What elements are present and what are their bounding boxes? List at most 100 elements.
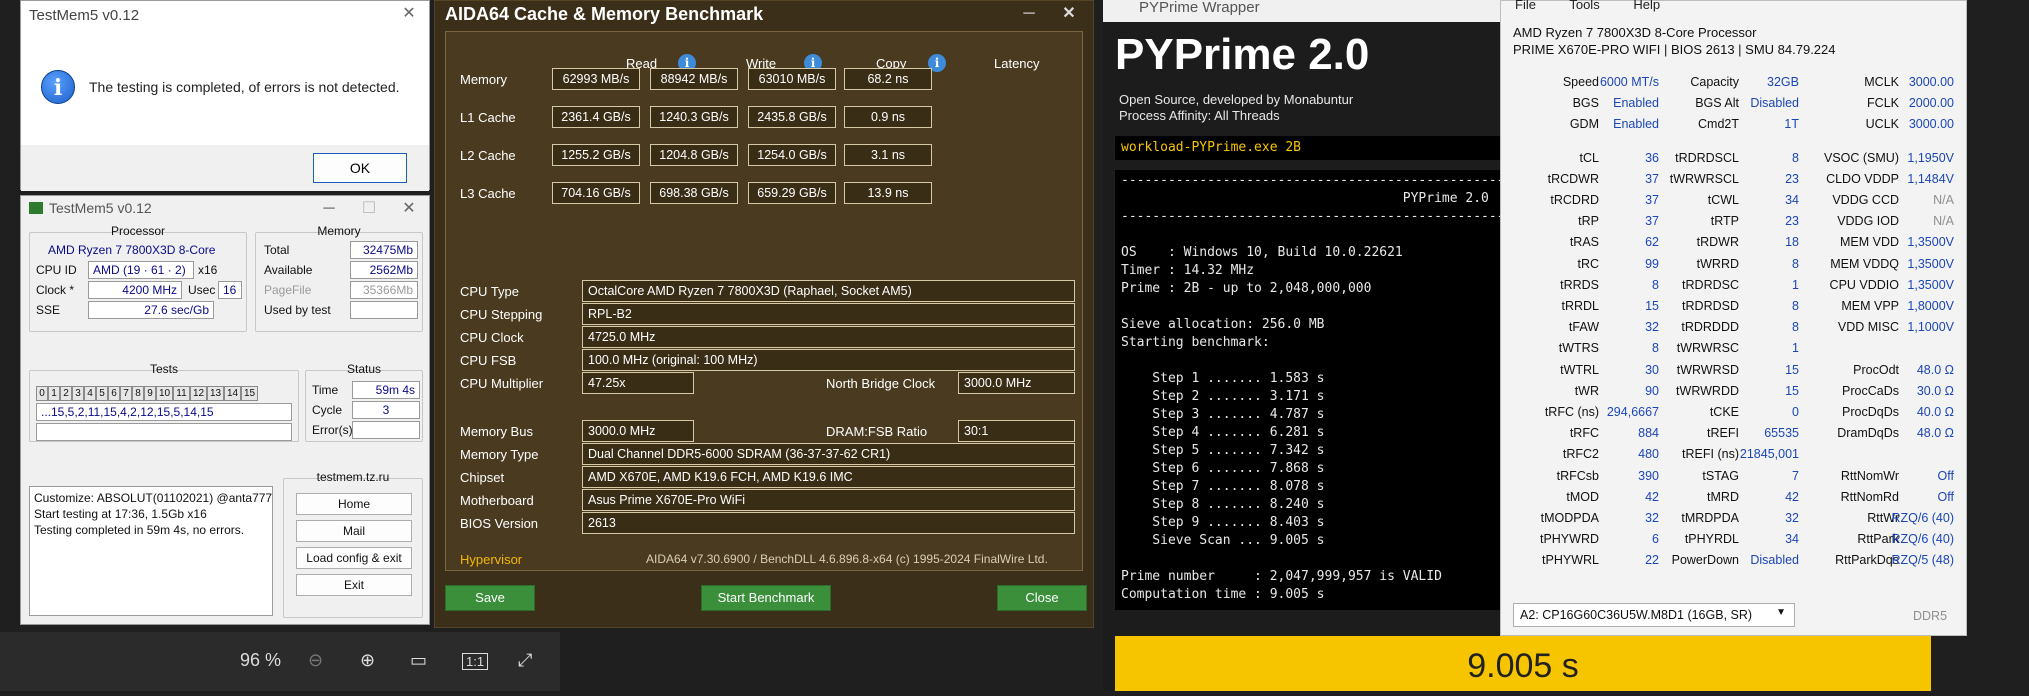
dimm-select[interactable]: A2: CP16G60C36U5W.M8D1 (16GB, SR) ▼ xyxy=(1513,603,1795,627)
timing-value: 37 xyxy=(1645,171,1659,186)
mail-button[interactable]: Mail xyxy=(296,520,412,542)
timing-label: MCLK xyxy=(1864,75,1899,89)
pyprime-window-title: PYPrime Wrapper xyxy=(1139,0,1260,16)
usec-value[interactable]: 16 xyxy=(218,281,242,299)
minimize-icon[interactable]: ─ xyxy=(309,196,349,224)
timing-value: 8 xyxy=(1792,150,1799,165)
timing-label: tCKE xyxy=(1709,405,1739,419)
timing-value: 36 xyxy=(1645,150,1659,165)
console-line: Step 6 ....... 7.868 s xyxy=(1121,461,1325,476)
log-panel[interactable]: Customize: ABSOLUT(01102021) @anta777 St… xyxy=(29,486,273,616)
timing-value: 1,3500V xyxy=(1907,277,1954,292)
menu-tools[interactable]: Tools xyxy=(1569,0,1599,12)
actual-size-icon[interactable]: 1:1 xyxy=(462,653,489,670)
zoom-in-icon[interactable]: ⊕ xyxy=(360,650,375,671)
home-button[interactable]: Home xyxy=(296,493,412,515)
close-icon[interactable]: ✕ xyxy=(389,196,429,224)
timing-value: 2000.00 xyxy=(1908,96,1954,111)
timing-label: BGS Alt xyxy=(1695,96,1739,111)
timing-label: tMOD xyxy=(1566,489,1599,504)
exit-button[interactable]: Exit xyxy=(296,574,412,596)
menu-help[interactable]: Help xyxy=(1633,0,1660,12)
close-icon[interactable]: ✕ xyxy=(1049,1,1089,29)
timing-label: tRDRDSD xyxy=(1682,299,1739,313)
timing-label: RttNomRd xyxy=(1840,489,1899,504)
cpu-id-value: AMD (19 · 61 · 2) xyxy=(88,261,194,279)
bench-read-value: 62993 MB/s xyxy=(552,68,640,90)
sse-label: SSE xyxy=(36,303,61,317)
timing-value: 0 xyxy=(1792,405,1799,419)
timing-label: tWRWRSC xyxy=(1676,341,1739,356)
errors-label: Error(s) xyxy=(312,423,353,437)
timing-value: 34 xyxy=(1785,532,1799,547)
console-line: Step 2 ....... 3.171 s xyxy=(1121,389,1325,404)
memory-bus-label: Memory Bus xyxy=(460,424,533,439)
dimm-select-value: A2: CP16G60C36U5W.M8D1 (16GB, SR) xyxy=(1520,608,1753,622)
close-button[interactable]: Close xyxy=(997,585,1087,611)
timing-value: 8 xyxy=(1652,277,1659,292)
pagefile-label: PageFile xyxy=(264,283,312,297)
minimize-icon[interactable]: ─ xyxy=(1009,1,1049,29)
aida64-window: AIDA64 Cache & Memory Benchmark ─ ✕ Read… xyxy=(434,0,1094,628)
timing-label: FCLK xyxy=(1867,96,1899,111)
timing-value: Disabled xyxy=(1750,96,1799,111)
console-line: PYPrime 2.0 xyxy=(1121,191,1489,206)
timing-label: tRRDS xyxy=(1560,277,1599,292)
memory-group: Memory Total 32475Mb Available 2562Mb Pa… xyxy=(255,224,423,332)
timing-label: tRDRDSC xyxy=(1682,277,1739,292)
timing-value: 1,1950V xyxy=(1907,150,1954,165)
chipset-value: AMD X670E, AMD K19.6 FCH, AMD K19.6 IMC xyxy=(582,466,1075,488)
pagefile-value: 35366Mb xyxy=(350,281,418,299)
bench-write-value: 1240.3 GB/s xyxy=(650,106,738,128)
dialog-title: TestMem5 v0.12 xyxy=(29,6,140,24)
zoom-out-icon[interactable]: ⊖ xyxy=(308,650,323,671)
console-line: ----------------------------------------… xyxy=(1121,209,1505,224)
bench-read-value: 704.16 GB/s xyxy=(552,182,640,204)
used-by-test-label: Used by test xyxy=(264,303,331,317)
timing-label: tRC xyxy=(1577,256,1599,271)
cpu-stepping-label: CPU Stepping xyxy=(460,307,543,322)
bench-copy-value: 1254.0 GB/s xyxy=(748,144,836,166)
aida-panel: Read i Write i Copy i Latency Memory 6299… xyxy=(445,31,1083,571)
processor-group-title: Processor xyxy=(110,224,166,238)
start-benchmark-button[interactable]: Start Benchmark xyxy=(701,585,831,611)
timing-value: 30.0 Ω xyxy=(1916,383,1954,398)
timing-label: tWRWRDD xyxy=(1676,383,1739,398)
bench-read-value: 2361.4 GB/s xyxy=(552,106,640,128)
save-button[interactable]: Save xyxy=(445,585,535,611)
time-value: 59m 4s xyxy=(352,381,420,399)
timing-label: tREFI xyxy=(1707,426,1739,441)
fit-window-icon[interactable]: ▭ xyxy=(410,650,427,671)
close-icon[interactable]: ✕ xyxy=(389,1,429,29)
motherboard-value: Asus Prime X670E-Pro WiFi xyxy=(582,489,1075,511)
total-value: 32475Mb xyxy=(350,241,418,259)
timing-value: 48.0 Ω xyxy=(1916,362,1954,377)
timing-value: 390 xyxy=(1638,468,1659,483)
timing-label: tWRRD xyxy=(1696,256,1739,271)
timing-label: Speed xyxy=(1562,75,1599,89)
bios-value: 2613 xyxy=(582,512,1075,534)
bench-read-value: 1255.2 GB/s xyxy=(552,144,640,166)
nb-clock-label: North Bridge Clock xyxy=(826,376,936,391)
total-label: Total xyxy=(264,243,290,257)
timing-label: tWRWRSD xyxy=(1676,362,1739,377)
bench-latency-value: 68.2 ns xyxy=(844,68,932,90)
fullscreen-icon[interactable]: ⤢ xyxy=(518,650,532,671)
timing-value: 15 xyxy=(1785,383,1799,398)
load-config-exit-button[interactable]: Load config & exit xyxy=(296,547,412,569)
menu-file[interactable]: File xyxy=(1515,0,1536,12)
timing-label: tWTRS xyxy=(1558,341,1599,356)
test-cell: 7 xyxy=(120,386,132,401)
test-cell: 9 xyxy=(144,386,156,401)
timing-value: Enabled xyxy=(1613,117,1659,132)
bench-write-value: 88942 MB/s xyxy=(650,68,738,90)
timing-value: 480 xyxy=(1638,447,1659,462)
test-cell: 6 xyxy=(108,386,120,401)
timing-label: tRP xyxy=(1578,214,1599,229)
available-value: 2562Mb xyxy=(350,261,418,279)
test-cell: 13 xyxy=(207,386,224,401)
timing-value: 65535 xyxy=(1764,426,1799,441)
ok-button[interactable]: OK xyxy=(313,153,407,183)
bench-row-label: Memory xyxy=(460,72,507,87)
test-cell: 0 xyxy=(36,386,48,401)
